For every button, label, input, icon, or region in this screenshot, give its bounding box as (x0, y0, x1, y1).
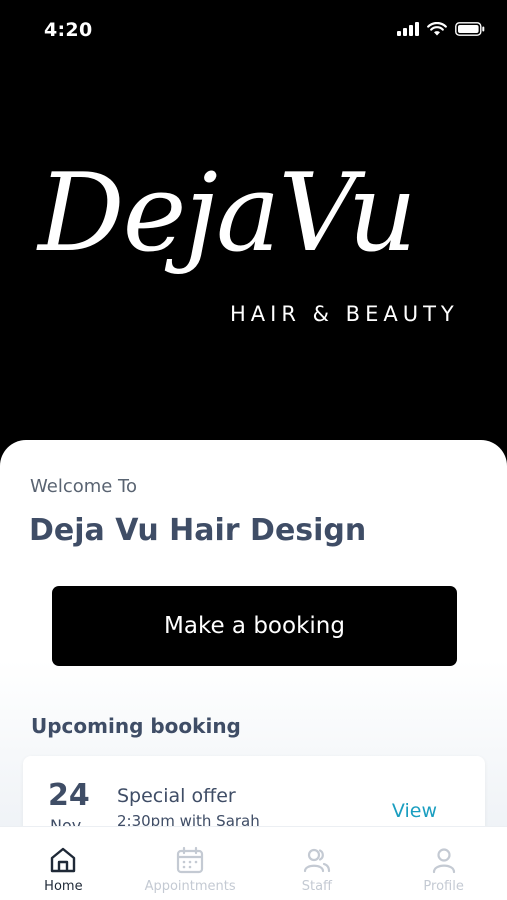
tab-bar: Home Appointments Staff Profile (0, 826, 507, 900)
profile-icon (432, 848, 455, 874)
tab-profile-label: Profile (423, 879, 464, 894)
upcoming-booking-heading: Upcoming booking (31, 714, 241, 738)
status-bar: 4:20 (0, 0, 507, 60)
battery-icon (455, 22, 485, 36)
status-icons (397, 22, 485, 36)
wifi-icon (427, 22, 447, 36)
brand-logo: DejaVu HAIR & BEAUTY (30, 160, 480, 350)
tab-home[interactable]: Home (0, 827, 127, 900)
tab-appointments-label: Appointments (144, 879, 236, 894)
logo-subtitle: HAIR & BEAUTY (230, 302, 459, 326)
signal-icon (397, 22, 419, 36)
booking-day: 24 (48, 778, 90, 813)
view-booking-link[interactable]: View (392, 800, 437, 822)
tab-profile[interactable]: Profile (380, 827, 507, 900)
tab-home-label: Home (44, 879, 83, 894)
tab-appointments[interactable]: Appointments (127, 827, 254, 900)
logo-script: DejaVu (38, 151, 417, 276)
salon-name: Deja Vu Hair Design (29, 513, 367, 548)
tab-staff-label: Staff (301, 879, 333, 894)
tab-staff[interactable]: Staff (254, 827, 381, 900)
calendar-icon (177, 846, 204, 874)
booking-title: Special offer (117, 785, 236, 807)
status-time: 4:20 (44, 19, 93, 41)
make-booking-button[interactable]: Make a booking (52, 586, 457, 666)
home-sheet: Welcome To Deja Vu Hair Design Make a bo… (0, 440, 507, 840)
welcome-text: Welcome To (30, 476, 138, 497)
home-icon (51, 847, 76, 873)
hero-banner: DejaVu HAIR & BEAUTY (0, 60, 507, 460)
staff-icon (303, 848, 330, 873)
